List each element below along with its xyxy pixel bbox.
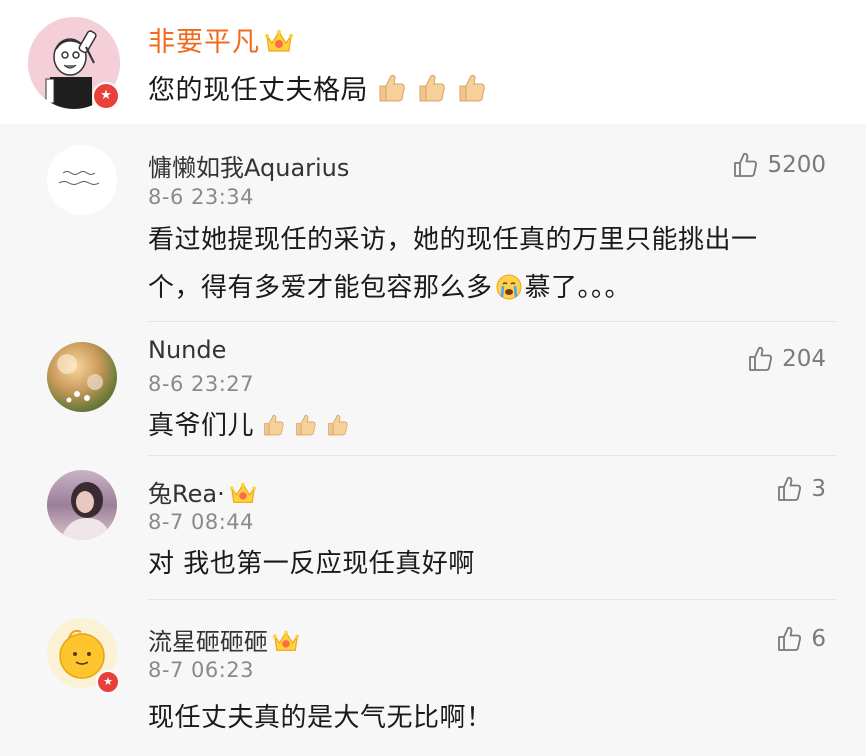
crown-icon <box>272 630 300 651</box>
reply-author[interactable]: 流星砸砸砸 <box>148 622 300 657</box>
reply-avatar[interactable] <box>47 342 117 412</box>
crown-icon <box>265 30 293 52</box>
nature-photo-avatar-icon <box>57 354 103 403</box>
like-count: 3 <box>811 476 826 502</box>
main-comment-author-text: 非要平凡 <box>148 27 260 58</box>
reply-avatar[interactable] <box>47 145 117 215</box>
like-button[interactable]: 6 <box>775 624 826 654</box>
reply-text-content: 真爷们儿 <box>148 411 255 441</box>
reply-text: 看过她提现任的采访，她的现任真的万里只能挑出一 个，得有多爱才能包容那么多 慕了… <box>148 216 838 312</box>
thumbs-up-emoji-icon <box>296 414 316 436</box>
handwriting-avatar-icon <box>47 145 117 215</box>
vip-badge-icon: ★ <box>96 670 120 694</box>
reply-text: 真爷们儿 <box>148 402 838 450</box>
thumbs-up-emoji-icon <box>264 414 284 436</box>
reply-author[interactable]: 慵懒如我Aquarius <box>148 148 349 183</box>
thumbs-up-outline-icon <box>778 626 802 651</box>
reply-time: 8-6 23:27 <box>148 372 254 396</box>
like-button[interactable]: 204 <box>746 344 826 374</box>
thumbs-up-outline-icon <box>749 346 773 371</box>
reply-author-text: 兔Rea· <box>148 480 225 508</box>
thumbs-up-emoji-icon <box>379 74 405 102</box>
reply-avatar[interactable] <box>47 470 117 540</box>
vip-badge-icon: ★ <box>92 82 120 110</box>
like-count: 5200 <box>767 152 826 178</box>
person-photo-avatar-icon <box>61 482 111 540</box>
thumbs-up-outline-icon <box>734 152 758 177</box>
crying-emoji-icon <box>496 274 522 300</box>
thumbs-up-emoji-icon <box>459 74 485 102</box>
thumbs-up-emoji-icon <box>328 414 348 436</box>
reply-author[interactable]: Nunde <box>148 336 226 364</box>
reply-text-line: 个，得有多爱才能包容那么多 <box>148 273 493 303</box>
reply-item: 慵懒如我Aquarius 8-6 23:34 5200 看过她提现任的采访，她的… <box>0 124 866 322</box>
reply-text-line: 看过她提现任的采访，她的现任真的万里只能挑出一 <box>148 225 758 255</box>
reply-author-text: 流星砸砸砸 <box>148 628 268 656</box>
reply-text-line: 慕了。。。 <box>524 273 632 303</box>
reply-time: 8-6 23:34 <box>148 185 254 209</box>
main-comment-text-content: 您的现任丈夫格局 <box>148 75 368 106</box>
comment-thread: ★ 非要平凡 您的现任丈夫格局 慵懒如我Aquarius 8-6 23:34 5… <box>0 0 866 756</box>
reply-author[interactable]: 兔Rea· <box>148 474 257 509</box>
main-comment-text: 您的现任丈夫格局 <box>148 68 488 107</box>
main-comment: ★ 非要平凡 您的现任丈夫格局 <box>0 0 866 124</box>
thumbs-up-emoji-icon <box>419 74 445 102</box>
reply-text: 现任丈夫真的是大气无比啊！ <box>148 703 493 733</box>
crown-icon <box>229 482 256 503</box>
reply-text: 对 我也第一反应现任真好啊 <box>148 549 475 579</box>
thumbs-up-outline-icon <box>778 476 802 501</box>
like-count: 6 <box>811 626 826 652</box>
like-button[interactable]: 3 <box>775 474 826 504</box>
reply-item: 兔Rea· 8-7 08:44 3 对 我也第一反应现任真好啊 <box>0 456 866 600</box>
main-comment-author[interactable]: 非要平凡 <box>148 20 294 59</box>
reply-time: 8-7 08:44 <box>148 510 254 534</box>
reply-item: Nunde 8-6 23:27 204 真爷们儿 <box>0 322 866 456</box>
reply-time: 8-7 06:23 <box>148 658 254 682</box>
reply-item: ★ 流星砸砸砸 8-7 06:23 6 现任丈夫真的是大气无比啊！ <box>0 600 866 756</box>
like-count: 204 <box>782 346 826 372</box>
like-button[interactable]: 5200 <box>731 150 826 180</box>
